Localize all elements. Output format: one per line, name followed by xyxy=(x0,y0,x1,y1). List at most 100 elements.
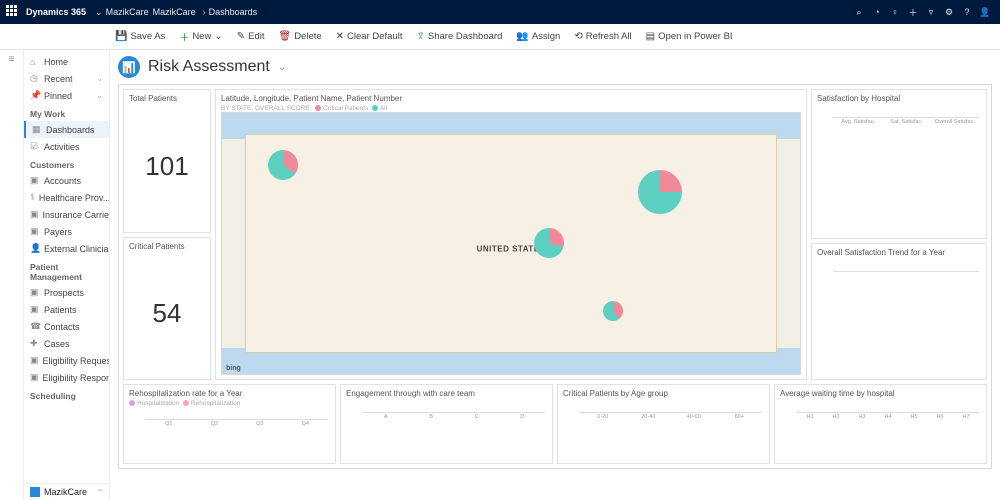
filter-icon[interactable]: ▿ xyxy=(922,7,940,18)
payer-icon: ▣ xyxy=(30,226,40,237)
user-icon[interactable]: 👤 xyxy=(976,7,994,18)
settings-icon[interactable]: ⚙ xyxy=(940,7,958,18)
dashboard-canvas: Total Patients 101 Critical Patients 54 … xyxy=(118,84,992,469)
tile-total-patients[interactable]: Total Patients 101 xyxy=(123,89,211,233)
pin-icon: 📌 xyxy=(30,90,40,101)
tile-title: Average waiting time by hospital xyxy=(780,389,981,398)
chevron-down-icon[interactable]: ⌄ xyxy=(278,62,286,73)
nav-elig-request[interactable]: ▣Eligibility Request xyxy=(24,352,109,369)
add-icon[interactable]: ＋ xyxy=(904,6,922,19)
nav-home[interactable]: ⌂Home xyxy=(24,54,109,70)
tile-trend[interactable]: Overall Satisfaction Trend for a Year xyxy=(811,243,987,380)
tile-title: Critical Patients by Age group xyxy=(563,389,764,398)
shield-icon: ▣ xyxy=(30,209,39,220)
tile-engagement[interactable]: Engagement through with care team ABCD xyxy=(340,384,553,464)
share-button[interactable]: ⇪Share Dashboard xyxy=(412,29,508,44)
breadcrumb-2[interactable]: MazikCare xyxy=(153,7,196,17)
assign-icon: 👥 xyxy=(516,31,528,42)
new-button[interactable]: ＋New⌄ xyxy=(174,27,227,46)
nav-patients[interactable]: ▣Patients xyxy=(24,301,109,318)
nav-group-mywork: My Work xyxy=(24,104,109,121)
pencil-icon: ✎ xyxy=(237,31,245,42)
breadcrumb-1[interactable]: MazikCare xyxy=(106,7,149,17)
help-icon[interactable]: ? xyxy=(958,7,976,17)
nav-elig-response[interactable]: ▣Eligibility Respon... xyxy=(24,369,109,386)
tile-title: Critical Patients xyxy=(129,242,205,251)
main-content: 📊 Risk Assessment ⌄ Total Patients 101 C… xyxy=(110,50,1000,500)
map-brand: bing xyxy=(226,365,241,372)
nav-recent[interactable]: ◷Recent⌄ xyxy=(24,70,109,87)
breadcrumb-3[interactable]: Dashboards xyxy=(209,7,258,17)
tile-rehosp[interactable]: Rehospitalization rate for a Year Hospit… xyxy=(123,384,336,464)
chevron-down-icon[interactable]: ⌄ xyxy=(95,7,103,18)
nav-providers[interactable]: ⚕Healthcare Prov... xyxy=(24,189,109,206)
patient-icon: ▣ xyxy=(30,304,40,315)
kpi-value: 101 xyxy=(129,105,205,228)
nav-contacts[interactable]: ☎Contacts xyxy=(24,318,109,335)
refresh-icon: ⟲ xyxy=(574,31,582,42)
kpi-value: 54 xyxy=(129,253,205,376)
nav-rail: ≡ xyxy=(0,50,24,500)
activity-icon: ☑ xyxy=(30,141,40,152)
clear-default-button[interactable]: ✕Clear Default xyxy=(331,29,408,44)
nav-prospects[interactable]: ▣Prospects xyxy=(24,284,109,301)
kpi-column: Total Patients 101 Critical Patients 54 xyxy=(123,89,211,380)
case-icon: ✚ xyxy=(30,338,40,349)
nav-insurance[interactable]: ▣Insurance Carriers xyxy=(24,206,109,223)
nav-footer[interactable]: MazikCare ⌃ xyxy=(24,483,110,500)
doc-icon: ▣ xyxy=(30,372,39,383)
edit-button[interactable]: ✎Edit xyxy=(232,29,270,44)
app-launcher-icon[interactable] xyxy=(6,5,20,19)
plus-icon: ＋ xyxy=(179,29,189,44)
bulb-icon[interactable]: ♀ xyxy=(886,7,904,17)
tile-legend: Hospitalization Rehospitalization xyxy=(129,400,330,407)
nav-accounts[interactable]: ▣Accounts xyxy=(24,172,109,189)
tile-title: Total Patients xyxy=(129,94,205,103)
global-header: Dynamics 365 ⌄ MazikCare MazikCare › Das… xyxy=(0,0,1000,24)
doc-icon: ▣ xyxy=(30,355,39,366)
command-bar: 💾Save As ＋New⌄ ✎Edit 🗑Delete ✕Clear Defa… xyxy=(0,24,1000,50)
nav-footer-label: MazikCare xyxy=(44,487,87,497)
task-icon[interactable]: ◔ xyxy=(868,7,886,17)
map-pie-mid[interactable] xyxy=(534,228,564,258)
menu-icon[interactable]: ≡ xyxy=(9,54,15,65)
tile-title: Satisfaction by Hospital xyxy=(817,94,981,103)
nav-pinned[interactable]: 📌Pinned⌄ xyxy=(24,87,109,104)
nav-cases[interactable]: ✚Cases xyxy=(24,335,109,352)
prospect-icon: ▣ xyxy=(30,287,40,298)
assign-button[interactable]: 👥Assign xyxy=(511,29,565,44)
bottom-row: Rehospitalization rate for a Year Hospit… xyxy=(123,384,987,464)
powerbi-icon: ▤ xyxy=(646,31,655,42)
nav-activities[interactable]: ☑Activities xyxy=(24,138,109,155)
chevron-right-icon: › xyxy=(203,7,206,17)
tile-satisfaction[interactable]: Satisfaction by Hospital Avg. Satisfac.S… xyxy=(811,89,987,239)
trash-icon: 🗑 xyxy=(278,31,291,42)
tile-waiting[interactable]: Average waiting time by hospital H1H2H3H… xyxy=(774,384,987,464)
brand[interactable]: Dynamics 365 xyxy=(26,7,86,17)
nav-group-patient: Patient Management xyxy=(24,257,109,284)
delete-button[interactable]: 🗑Delete xyxy=(273,29,326,44)
clock-icon: ◷ xyxy=(30,73,40,84)
chevron-up-icon: ⌃ xyxy=(97,488,104,497)
tile-map[interactable]: Latitude, Longitude, Patient Name, Patie… xyxy=(215,89,807,380)
nav-group-scheduling: Scheduling xyxy=(24,386,109,403)
tile-title: Rehospitalization rate for a Year xyxy=(129,389,330,398)
share-icon: ⇪ xyxy=(417,31,425,42)
right-column: Satisfaction by Hospital Avg. Satisfac.S… xyxy=(811,89,987,380)
map-pie-nw[interactable] xyxy=(268,150,298,180)
nav-payers[interactable]: ▣Payers xyxy=(24,223,109,240)
home-icon: ⌂ xyxy=(30,57,40,67)
chevron-down-icon: ⌄ xyxy=(96,91,103,100)
open-powerbi-button[interactable]: ▤Open in Power BI xyxy=(641,29,738,44)
nav-dashboards[interactable]: ▦Dashboards xyxy=(24,121,109,138)
tile-critical-age[interactable]: Critical Patients by Age group 0-2020-40… xyxy=(557,384,770,464)
save-icon: 💾 xyxy=(115,31,127,42)
refresh-button[interactable]: ⟲Refresh All xyxy=(569,29,636,44)
nav-clinicians[interactable]: 👤External Clinicians xyxy=(24,240,109,257)
save-as-button[interactable]: 💾Save As xyxy=(110,29,170,44)
map-canvas[interactable]: UNITED STATES bing xyxy=(221,112,801,375)
nav-group-customers: Customers xyxy=(24,155,109,172)
search-icon[interactable]: ⌕ xyxy=(850,7,868,18)
dashboard-avatar-icon: 📊 xyxy=(118,56,140,78)
tile-critical-patients[interactable]: Critical Patients 54 xyxy=(123,237,211,381)
